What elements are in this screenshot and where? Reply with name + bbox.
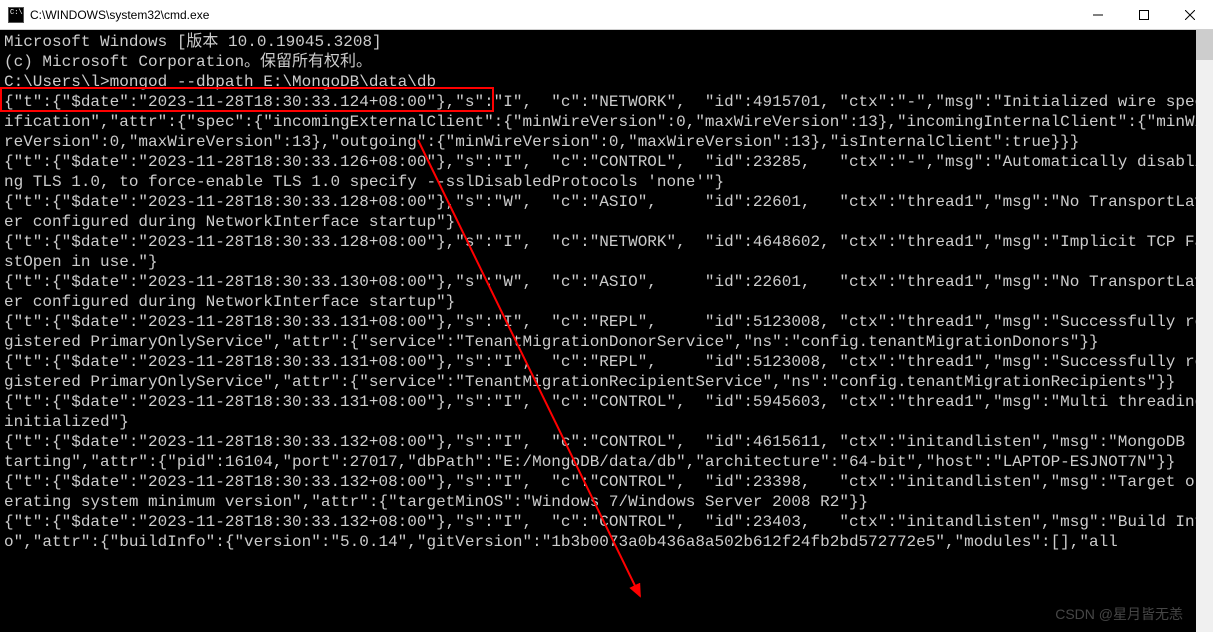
vertical-scrollbar[interactable] xyxy=(1196,30,1213,632)
window-titlebar: C:\WINDOWS\system32\cmd.exe xyxy=(0,0,1213,30)
terminal-line: {"t":{"$date":"2023-11-28T18:30:33.130+0… xyxy=(4,272,1209,312)
maximize-button[interactable] xyxy=(1121,0,1167,29)
terminal-line: {"t":{"$date":"2023-11-28T18:30:33.131+0… xyxy=(4,352,1209,392)
terminal-line: {"t":{"$date":"2023-11-28T18:30:33.124+0… xyxy=(4,92,1209,152)
close-button[interactable] xyxy=(1167,0,1213,29)
terminal-line: {"t":{"$date":"2023-11-28T18:30:33.131+0… xyxy=(4,392,1209,432)
terminal-output[interactable]: Microsoft Windows [版本 10.0.19045.3208](c… xyxy=(0,30,1213,632)
terminal-line: (c) Microsoft Corporation。保留所有权利。 xyxy=(4,52,1209,72)
scrollbar-thumb[interactable] xyxy=(1196,30,1213,60)
watermark-text: CSDN @星月皆无恙 xyxy=(1055,604,1183,624)
terminal-line: {"t":{"$date":"2023-11-28T18:30:33.132+0… xyxy=(4,512,1209,552)
terminal-line: {"t":{"$date":"2023-11-28T18:30:33.132+0… xyxy=(4,472,1209,512)
cmd-icon xyxy=(8,7,24,23)
window-controls xyxy=(1075,0,1213,29)
window-title: C:\WINDOWS\system32\cmd.exe xyxy=(30,8,1075,22)
terminal-line: {"t":{"$date":"2023-11-28T18:30:33.128+0… xyxy=(4,192,1209,232)
terminal-line: {"t":{"$date":"2023-11-28T18:30:33.126+0… xyxy=(4,152,1209,192)
terminal-line: {"t":{"$date":"2023-11-28T18:30:33.128+0… xyxy=(4,232,1209,272)
terminal-line: {"t":{"$date":"2023-11-28T18:30:33.132+0… xyxy=(4,432,1209,472)
terminal-line: C:\Users\l>mongod --dbpath E:\MongoDB\da… xyxy=(4,72,1209,92)
terminal-line: Microsoft Windows [版本 10.0.19045.3208] xyxy=(4,32,1209,52)
terminal-line: {"t":{"$date":"2023-11-28T18:30:33.131+0… xyxy=(4,312,1209,352)
minimize-button[interactable] xyxy=(1075,0,1121,29)
